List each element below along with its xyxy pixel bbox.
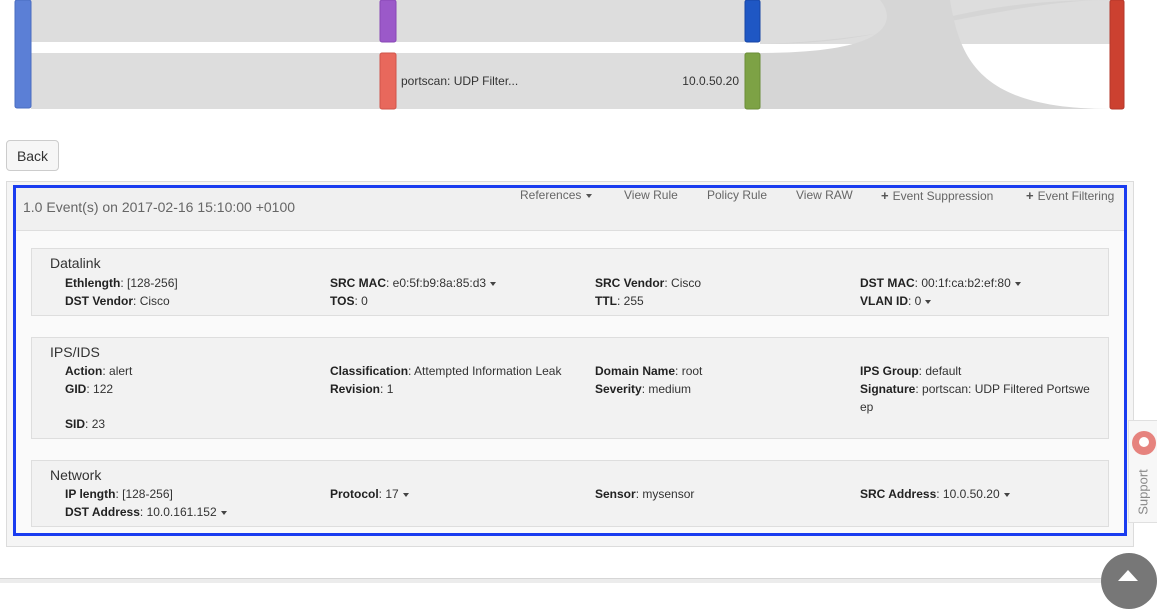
sankey-node[interactable] <box>379 0 397 43</box>
scroll-to-top-button[interactable] <box>1101 553 1157 609</box>
chevron-down-icon <box>1014 281 1021 286</box>
ips-ids-section: IPS/IDS Action: alert Classification: At… <box>31 337 1109 439</box>
field-severity: Severity: medium <box>595 382 692 396</box>
section-title: Datalink <box>50 255 101 271</box>
support-tab[interactable]: Support <box>1128 420 1157 523</box>
event-filtering-label: Event Filtering <box>1037 189 1115 203</box>
datalink-section: Datalink Ethlength: [128-256] SRC MAC: e… <box>31 248 1109 316</box>
chevron-down-icon <box>490 281 497 286</box>
plus-icon: + <box>881 188 889 203</box>
field-classification: Classification: Attempted Information Le… <box>330 364 562 378</box>
field-sid: SID: 23 <box>65 417 106 431</box>
field-dst-mac[interactable]: DST MAC: 00:1f:ca:b2:ef:80 <box>860 274 1021 292</box>
chevron-down-icon <box>1003 492 1010 497</box>
sankey-node-label: portscan: UDP Filter... <box>401 74 518 88</box>
references-label: References <box>520 188 582 202</box>
event-title: 1.0 Event(s) on 2017-02-16 15:10:00 +010… <box>23 199 296 215</box>
sankey-node-label: 10.0.50.20 <box>682 74 739 88</box>
sankey-node[interactable] <box>744 52 761 110</box>
network-section: Network IP length: [128-256] Protocol: 1… <box>31 460 1109 527</box>
field-signature: Signature: portscan: UDP Filtered Portsw… <box>860 382 1090 414</box>
field-gid: GID: 122 <box>65 382 114 396</box>
event-panel: 1.0 Event(s) on 2017-02-16 15:10:00 +010… <box>13 185 1127 536</box>
chevron-down-icon <box>586 193 593 198</box>
field-src-vendor: SRC Vendor: Cisco <box>595 276 702 290</box>
event-panel-header: 1.0 Event(s) on 2017-02-16 15:10:00 +010… <box>16 188 1124 231</box>
sankey-link <box>31 0 380 42</box>
sankey-node[interactable] <box>1109 0 1125 110</box>
field-protocol[interactable]: Protocol: 17 <box>330 485 409 503</box>
sankey-diagram: portscan: UDP Filter... 10.0.50.20 <box>14 0 1125 110</box>
chevron-down-icon <box>402 492 409 497</box>
support-label: Support <box>1135 469 1151 515</box>
field-tos: TOS: 0 <box>330 294 368 308</box>
field-action: Action: alert <box>65 364 133 378</box>
field-revision: Revision: 1 <box>330 382 394 396</box>
plus-icon: + <box>1026 188 1034 203</box>
field-src-address[interactable]: SRC Address: 10.0.50.20 <box>860 485 1010 503</box>
sankey-node[interactable] <box>744 0 761 43</box>
view-rule-button[interactable]: View Rule <box>624 188 678 202</box>
field-dst-address[interactable]: DST Address: 10.0.161.152 <box>65 503 227 521</box>
chevron-down-icon <box>220 510 227 515</box>
section-title: Network <box>50 467 102 483</box>
support-icon <box>1132 431 1156 455</box>
field-ips-group: IPS Group: default <box>860 364 962 378</box>
policy-rule-button[interactable]: Policy Rule <box>707 188 767 202</box>
section-title: IPS/IDS <box>50 344 100 360</box>
field-ethlength: Ethlength: [128-256] <box>65 276 178 290</box>
field-ttl: TTL: 255 <box>595 294 644 308</box>
chevron-down-icon <box>925 299 932 304</box>
footer-divider <box>0 578 1101 583</box>
sankey-node[interactable] <box>379 52 397 110</box>
field-domain-name: Domain Name: root <box>595 364 703 378</box>
sankey-link <box>396 0 745 42</box>
sankey-link <box>31 53 380 109</box>
event-filtering-button[interactable]: + Event Filtering <box>1026 188 1114 203</box>
references-dropdown[interactable]: References <box>520 188 593 202</box>
back-button[interactable]: Back <box>6 140 59 171</box>
field-vlan-id[interactable]: VLAN ID: 0 <box>860 292 932 310</box>
event-suppression-label: Event Suppression <box>892 189 994 203</box>
sankey-node[interactable] <box>14 0 32 109</box>
field-ip-length: IP length: [128-256] <box>65 487 173 501</box>
view-raw-button[interactable]: View RAW <box>796 188 853 202</box>
field-src-mac[interactable]: SRC MAC: e0:5f:b9:8a:85:d3 <box>330 274 497 292</box>
field-dst-vendor: DST Vendor: Cisco <box>65 294 170 308</box>
field-sensor: Sensor: mysensor <box>595 487 695 501</box>
event-suppression-button[interactable]: + Event Suppression <box>881 188 993 203</box>
